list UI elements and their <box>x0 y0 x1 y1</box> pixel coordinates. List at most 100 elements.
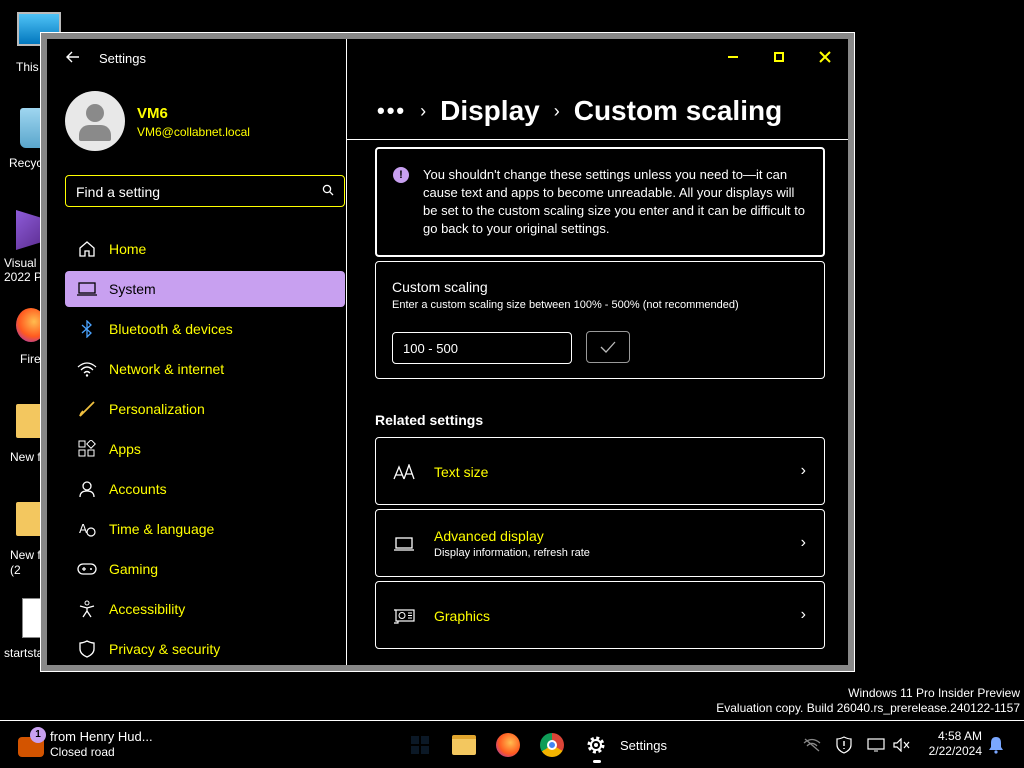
folder-icon <box>452 735 476 755</box>
text-size-icon <box>392 462 416 482</box>
visual-studio-icon <box>16 210 42 250</box>
nav-item-bluetooth[interactable]: Bluetooth & devices <box>65 311 345 347</box>
home-icon <box>75 239 99 259</box>
maximize-button[interactable] <box>756 41 802 73</box>
nav-item-network[interactable]: Network & internet <box>65 351 345 387</box>
taskbar-settings-label: Settings <box>620 737 667 753</box>
related-item-subtitle: Display information, refresh rate <box>434 547 590 559</box>
display-icon[interactable] <box>866 735 886 755</box>
content-header-divider <box>347 139 848 140</box>
notification-bell-icon[interactable] <box>986 735 1006 755</box>
nav-divider <box>346 39 347 665</box>
close-button[interactable] <box>802 41 848 73</box>
nav-item-label: Personalization <box>109 401 205 417</box>
custom-scaling-card: Custom scaling Enter a custom scaling si… <box>375 261 825 379</box>
taskbar: 1 from Henry Hud... Closed road Settings… <box>0 720 1024 768</box>
breadcrumb-item-display[interactable]: Display <box>440 95 540 127</box>
accessibility-icon <box>75 599 99 619</box>
info-icon: ! <box>393 167 409 183</box>
checkmark-icon <box>600 341 616 353</box>
page-title: Custom scaling <box>573 95 783 126</box>
globe-clock-icon: A <box>75 519 99 539</box>
nav-item-personalization[interactable]: Personalization <box>65 391 345 427</box>
person-icon <box>75 479 99 499</box>
gamepad-icon <box>75 559 99 579</box>
svg-text:A: A <box>79 522 88 536</box>
taskbar-file-explorer[interactable] <box>444 727 484 763</box>
start-button[interactable] <box>400 727 440 763</box>
nav-item-label: Apps <box>109 441 141 457</box>
widget-subtext: Closed road <box>50 745 115 759</box>
bluetooth-icon <box>75 319 99 339</box>
nav-item-label: Time & language <box>109 521 215 537</box>
minimize-button[interactable] <box>710 41 756 73</box>
custom-scaling-input[interactable]: 100 - 500 <box>392 332 572 364</box>
back-button[interactable] <box>61 49 85 69</box>
taskbar-chrome[interactable] <box>532 727 572 763</box>
chevron-right-icon: › <box>800 534 806 551</box>
nav-item-gaming[interactable]: Gaming <box>65 551 345 587</box>
custom-scaling-description: Enter a custom scaling size between 100%… <box>392 299 739 311</box>
clock-time: 4:58 AM <box>937 729 982 743</box>
related-item-title: Text size <box>434 464 489 480</box>
chevron-right-icon: › <box>420 100 427 121</box>
related-item-graphics[interactable]: Graphics › <box>375 581 825 649</box>
watermark-line-2: Evaluation copy. Build 26040.rs_prerelea… <box>716 701 1020 715</box>
taskbar-firefox[interactable] <box>488 727 528 763</box>
minimize-icon <box>728 56 738 58</box>
system-clock[interactable]: 4:58 AM 2/22/2024 <box>918 729 982 759</box>
avatar[interactable] <box>65 91 125 151</box>
nav-item-label: Accounts <box>109 481 167 497</box>
related-settings-heading: Related settings <box>375 412 484 428</box>
title-bar[interactable]: Settings <box>47 39 848 79</box>
warning-card: ! You shouldn't change these settings un… <box>375 147 825 257</box>
profile-name[interactable]: VM6 <box>137 105 168 122</box>
search-icon[interactable] <box>322 184 334 196</box>
nav-list: Home System Bluetooth & devices Network … <box>65 231 345 671</box>
close-icon <box>819 51 831 63</box>
graphics-card-icon <box>392 606 416 626</box>
search-input[interactable]: Find a setting <box>65 175 345 207</box>
nav-item-apps[interactable]: Apps <box>65 431 345 467</box>
volume-muted-icon[interactable] <box>892 735 912 755</box>
watermark-line-1: Windows 11 Pro Insider Preview <box>848 686 1020 700</box>
breadcrumb: ••• › Display › Custom scaling <box>377 91 782 131</box>
related-item-advanced-display[interactable]: Advanced display Display information, re… <box>375 509 825 577</box>
chevron-right-icon: › <box>800 462 806 479</box>
os-watermark: Windows 11 Pro Insider Preview Evaluatio… <box>716 686 1020 716</box>
avatar-body <box>79 125 111 141</box>
settings-window: Settings VM6 VM6@collabnet.local Find a … <box>40 32 855 672</box>
nav-item-system[interactable]: System <box>65 271 345 307</box>
network-off-icon[interactable] <box>802 735 822 755</box>
shield-icon <box>75 639 99 659</box>
nav-item-privacy[interactable]: Privacy & security <box>65 631 345 667</box>
nav-item-label: Bluetooth & devices <box>109 321 233 337</box>
security-shield-icon[interactable] <box>834 735 854 755</box>
related-item-text-size[interactable]: Text size › <box>375 437 825 505</box>
related-item-title: Graphics <box>434 608 491 624</box>
active-app-indicator <box>593 760 601 763</box>
clock-date: 2/22/2024 <box>928 744 982 758</box>
nav-item-label: Gaming <box>109 561 159 577</box>
monitor-icon <box>392 534 416 554</box>
custom-scaling-input-value: 100 - 500 <box>403 341 458 356</box>
taskbar-settings[interactable]: Settings <box>576 727 676 763</box>
widgets-button[interactable]: 1 from Henry Hud... Closed road <box>16 727 166 763</box>
breadcrumb-more-button[interactable]: ••• <box>377 98 406 124</box>
windows-logo-icon <box>411 736 429 754</box>
brush-icon <box>75 399 99 419</box>
nav-item-time-language[interactable]: A Time & language <box>65 511 345 547</box>
app-title: Settings <box>99 51 146 66</box>
nav-item-label: System <box>109 281 156 297</box>
nav-item-accounts[interactable]: Accounts <box>65 471 345 507</box>
search-placeholder: Find a setting <box>76 184 161 200</box>
nav-item-label: Network & internet <box>109 361 225 377</box>
chevron-right-icon: › <box>553 100 560 121</box>
apply-button[interactable] <box>586 331 630 363</box>
chrome-icon <box>540 733 564 757</box>
maximize-icon <box>774 52 784 62</box>
nav-item-accessibility[interactable]: Accessibility <box>65 591 345 627</box>
nav-item-home[interactable]: Home <box>65 231 345 267</box>
nav-item-label: Accessibility <box>109 601 186 617</box>
profile-email[interactable]: VM6@collabnet.local <box>137 125 250 139</box>
